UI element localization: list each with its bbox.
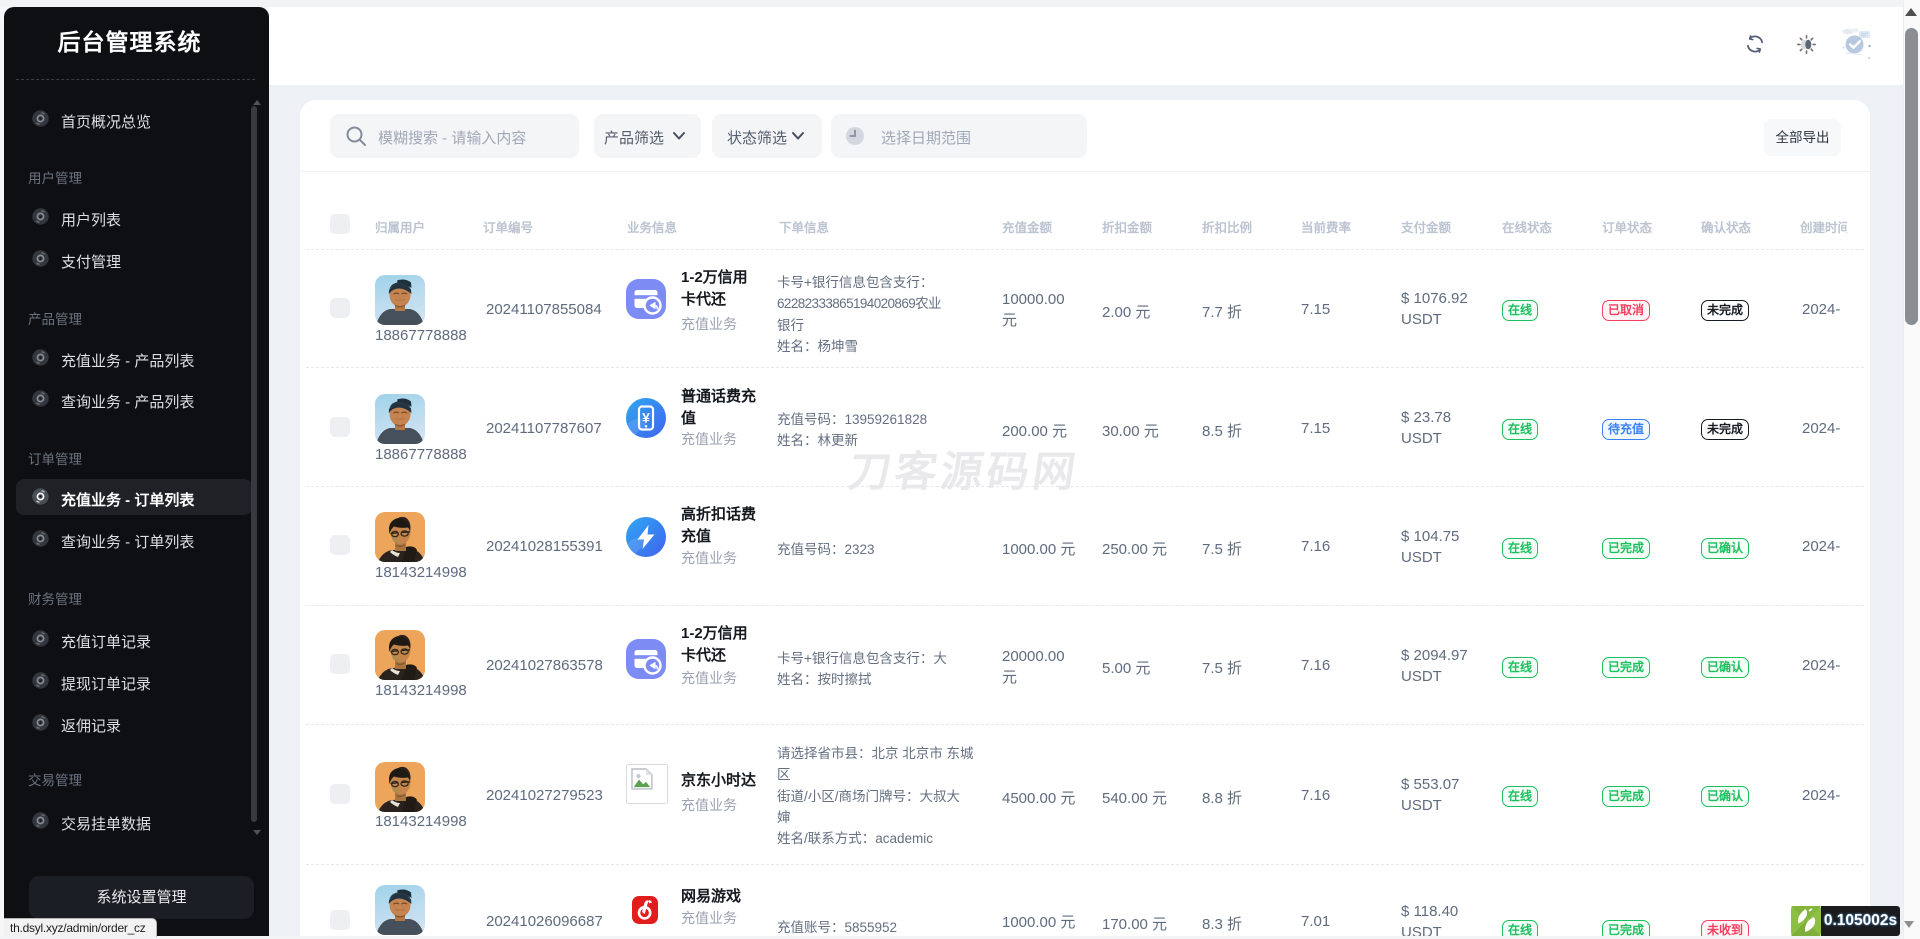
svg-text:¥: ¥ bbox=[642, 410, 650, 426]
